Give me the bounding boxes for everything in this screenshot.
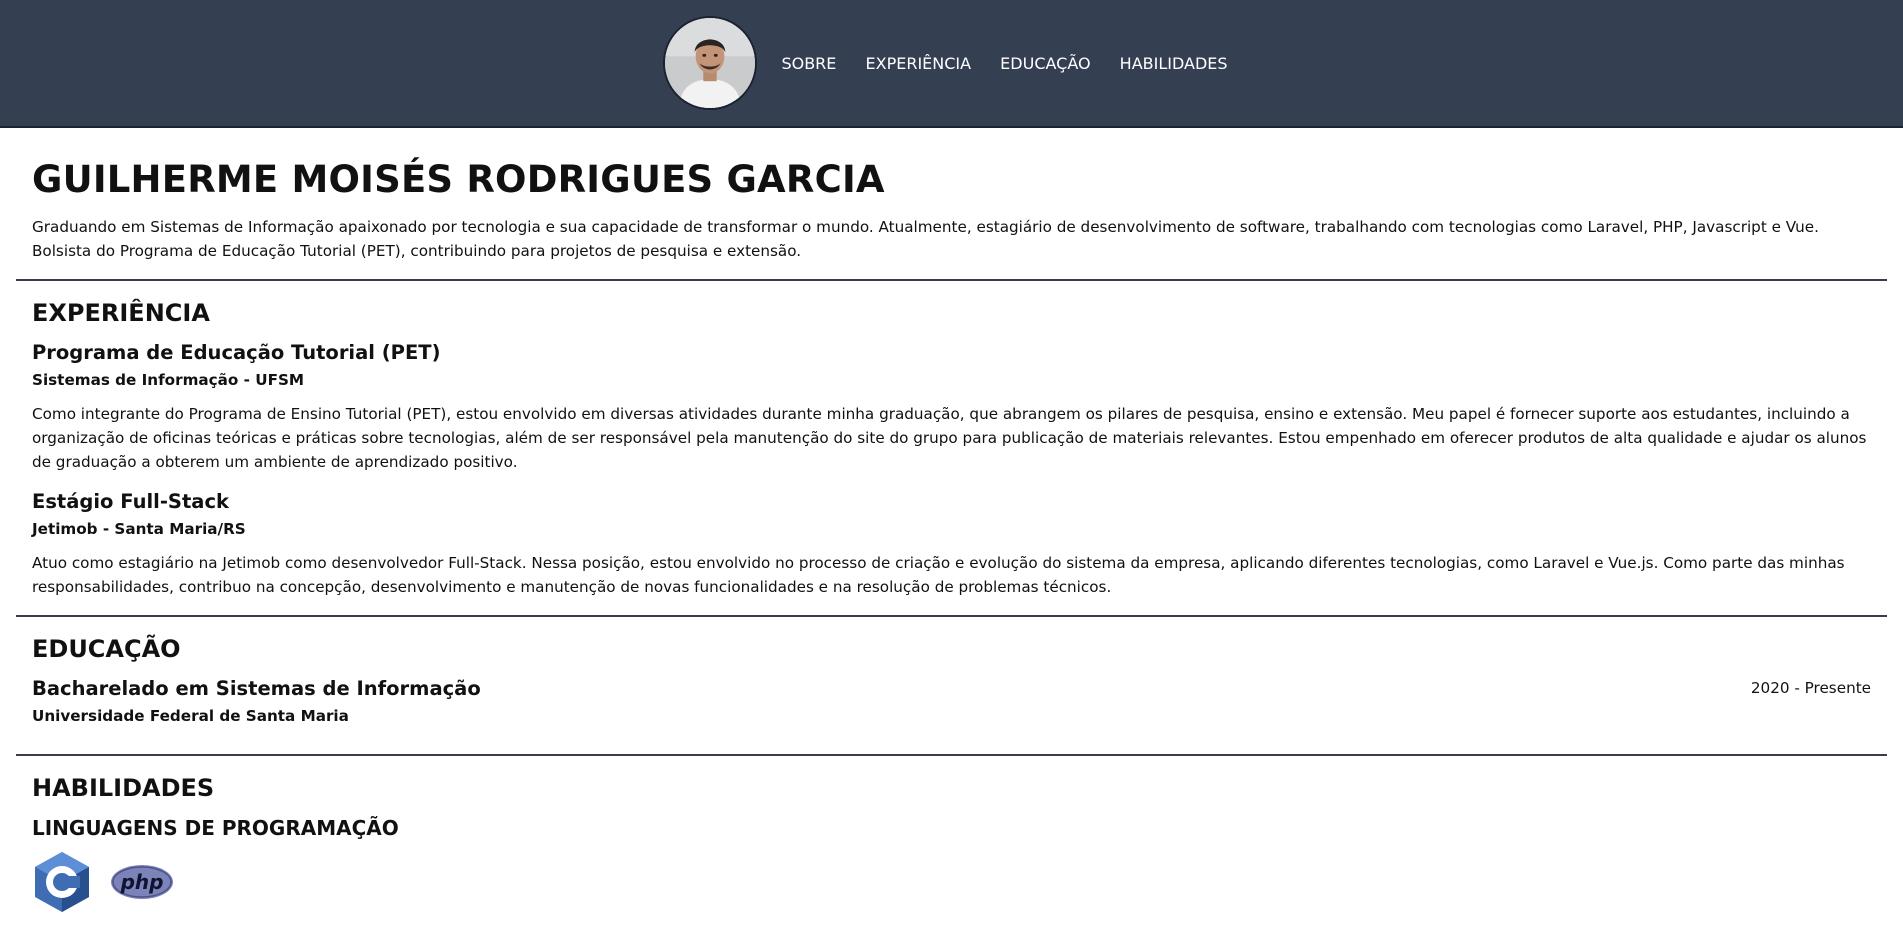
skills-title: HABILIDADES [32,774,215,802]
education-period: 2020 - Presente [1750,679,1871,697]
education-degree: Bacharelado em Sistemas de Informação [32,677,481,700]
experience-org: Sistemas de Informação - UFSM [32,371,304,389]
profile-photo-icon [665,18,756,108]
education-info: Bacharelado em Sistemas de Informação Un… [32,677,481,738]
c-language-icon [32,850,92,918]
experience-description: Como integrante do Programa de Ensino Tu… [32,405,1867,471]
education-school: Universidade Federal de Santa Maria [32,707,349,725]
php-icon: php [110,864,174,904]
experience-item: Programa de Educação Tutorial (PET) Sist… [32,341,1871,474]
experience-section: EXPERIÊNCIA Programa de Educação Tutoria… [16,281,1887,617]
nav-link-educacao[interactable]: EDUCAÇÃO [1000,54,1090,73]
experience-org: Jetimob - Santa Maria/RS [32,520,246,538]
main-content: GUILHERME MOISÉS RODRIGUES GARCIA Gradua… [0,128,1903,918]
languages-icons: php [32,850,1871,918]
about-description: Graduando em Sistemas de Informação apai… [32,218,1819,260]
experience-item: Estágio Full-Stack Jetimob - Santa Maria… [32,490,1871,599]
experience-title: EXPERIÊNCIA [32,299,210,327]
nav-link-experiencia[interactable]: EXPERIÊNCIA [866,54,972,73]
main-nav: SOBRE EXPERIÊNCIA EDUCAÇÃO HABILIDADES [769,54,1239,73]
experience-role: Estágio Full-Stack [32,490,229,513]
education-section: EDUCAÇÃO Bacharelado em Sistemas de Info… [16,617,1887,756]
page-title: GUILHERME MOISÉS RODRIGUES GARCIA [32,158,885,201]
education-item: Bacharelado em Sistemas de Informação Un… [32,677,1871,738]
avatar[interactable] [663,16,758,110]
skills-section: HABILIDADES LINGUAGENS DE PROGRAMAÇÃO ph… [16,756,1887,918]
top-navbar: SOBRE EXPERIÊNCIA EDUCAÇÃO HABILIDADES [0,0,1903,128]
nav-link-habilidades[interactable]: HABILIDADES [1120,54,1228,73]
languages-title: LINGUAGENS DE PROGRAMAÇÃO [32,816,399,840]
about-section: GUILHERME MOISÉS RODRIGUES GARCIA Gradua… [16,128,1887,281]
education-title: EDUCAÇÃO [32,635,181,663]
experience-role: Programa de Educação Tutorial (PET) [32,341,441,364]
nav-link-sobre[interactable]: SOBRE [781,54,836,73]
experience-description: Atuo como estagiário na Jetimob como des… [32,554,1845,596]
svg-text:php: php [120,870,164,894]
